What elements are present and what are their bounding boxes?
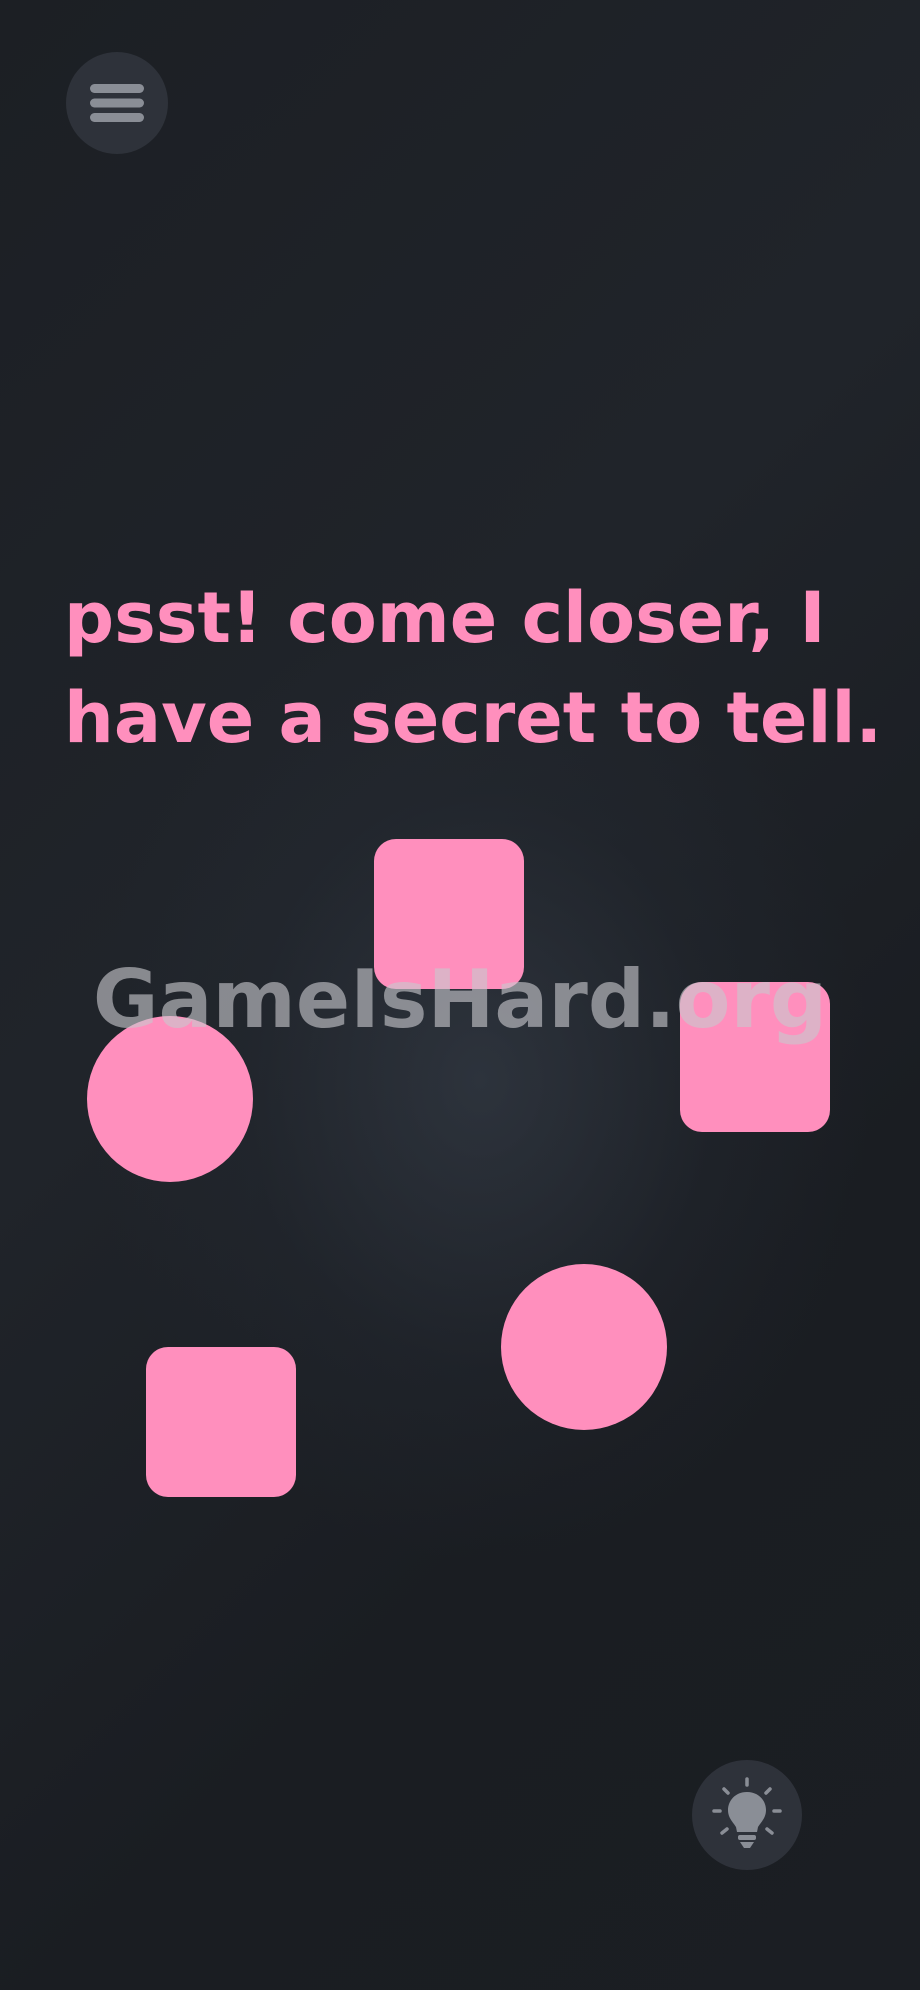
pink-square-right[interactable] — [680, 982, 830, 1132]
menu-button[interactable] — [66, 52, 168, 154]
pink-square-bottom-left[interactable] — [146, 1347, 296, 1497]
pink-circle-bottom-right[interactable] — [501, 1264, 667, 1430]
pink-square-top[interactable] — [374, 839, 524, 989]
puzzle-message: psst! come closer, I have a secret to te… — [64, 577, 883, 759]
hamburger-menu-icon — [90, 84, 144, 122]
hint-button[interactable] — [692, 1760, 802, 1870]
pink-circle-left[interactable] — [87, 1016, 253, 1182]
lightbulb-icon — [712, 1777, 782, 1848]
